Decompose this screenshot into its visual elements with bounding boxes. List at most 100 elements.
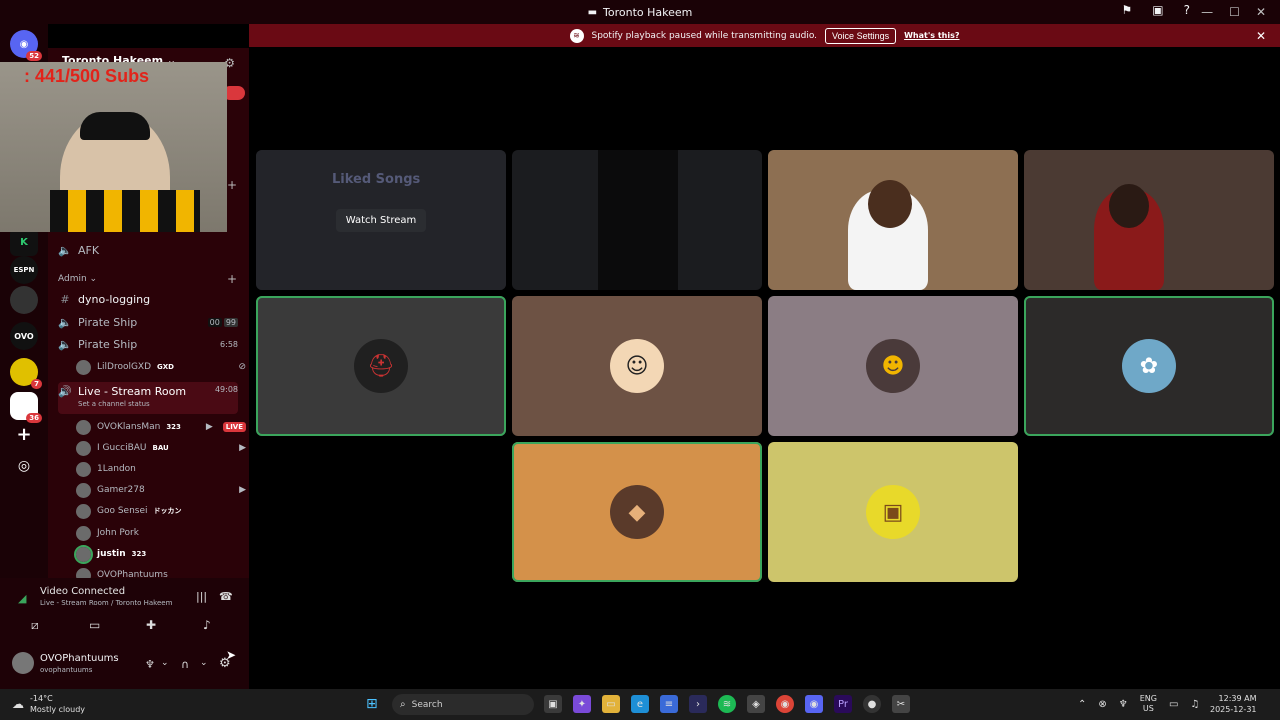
speaker-icon: 🔊 — [58, 385, 72, 398]
server-icon-espn[interactable]: ESPN — [10, 256, 38, 284]
whats-this-link[interactable]: What's this? — [904, 31, 959, 40]
chevron-down-icon[interactable]: ⌄ — [161, 658, 169, 668]
camera-icon: ▶ — [239, 443, 246, 453]
add-server-button[interactable]: + — [10, 420, 38, 448]
chevron-down-icon[interactable]: ⌄ — [200, 658, 208, 668]
task-view-icon[interactable]: ▣ — [544, 695, 562, 713]
notepad-icon[interactable]: ≡ — [660, 695, 678, 713]
noise-suppression-icon[interactable]: ||| — [196, 590, 207, 603]
obs-icon[interactable]: ● — [863, 695, 881, 713]
server-icon-k[interactable]: K — [10, 228, 38, 256]
flag-icon[interactable]: ⚑ — [1122, 3, 1133, 17]
voice-member[interactable]: OVOPhantuums — [76, 565, 246, 578]
video-tile-camera-2[interactable] — [1024, 150, 1274, 290]
weather-widget[interactable]: ☁ -14°C Mostly cloudy — [12, 693, 85, 715]
premiere-icon[interactable]: Pr — [834, 695, 852, 713]
hashtag-icon: # — [60, 292, 70, 306]
start-button[interactable]: ⊞ — [366, 696, 378, 712]
channel-afk[interactable]: 🔈 AFK — [58, 240, 238, 260]
display-icon[interactable]: ▭ — [1169, 699, 1178, 710]
video-tile-camera-1[interactable] — [768, 150, 1018, 290]
notification-app-icon[interactable]: ◈ — [747, 695, 765, 713]
snipping-tool-icon[interactable]: ✂ — [892, 695, 910, 713]
channel-pirate-ship-2[interactable]: 🔈 Pirate Ship 6:58 — [58, 334, 238, 354]
soundboard-button[interactable]: ♪ — [203, 618, 211, 632]
voice-member[interactable]: OVOKlansMan 323 ▶ LIVE — [76, 417, 246, 437]
participant-tile[interactable]: ✿ — [1024, 296, 1274, 436]
participant-tile[interactable]: ☺ — [512, 296, 762, 436]
chrome-icon[interactable]: ◉ — [776, 695, 794, 713]
mic-tray-icon[interactable]: ♆ — [1119, 699, 1128, 710]
voice-member[interactable]: 1Landon — [76, 459, 246, 479]
title-bar: ▬ Toronto Hakeem ⚑ ▣ ? — ☐ ✕ — [0, 0, 1280, 24]
mic-icon[interactable]: ♆ — [145, 658, 155, 671]
file-explorer-icon[interactable]: ▭ — [602, 695, 620, 713]
video-feed-head — [1109, 184, 1149, 228]
voice-settings-button[interactable]: Voice Settings — [825, 27, 897, 44]
voice-member[interactable]: John Pork — [76, 523, 246, 543]
webcam-overlay: : 441/500 Subs — [0, 62, 227, 232]
discord-icon[interactable]: ◉ — [805, 695, 823, 713]
channel-live-stream-room[interactable]: 🔊 Live - Stream Room Set a channel statu… — [58, 382, 238, 414]
server-icon-ovo[interactable]: OVO — [10, 322, 38, 350]
taskbar-search[interactable]: ⌕ Search — [392, 694, 534, 715]
add-channel-icon[interactable]: + — [227, 178, 237, 192]
copilot-icon[interactable]: ✦ — [573, 695, 591, 713]
minimize-button[interactable]: — — [1201, 5, 1213, 19]
close-icon[interactable]: ✕ — [1256, 29, 1266, 43]
maximize-button[interactable]: ☐ — [1229, 5, 1240, 19]
stream-tile[interactable]: Liked Songs Watch Stream — [256, 150, 506, 290]
category-admin[interactable]: Admin ⌄ — [58, 274, 97, 284]
voice-member[interactable]: justin 323 — [74, 544, 246, 564]
avatar — [76, 525, 91, 541]
channel-dyno-logging[interactable]: # dyno-logging — [58, 289, 238, 309]
chevron-up-icon[interactable]: ⌃ — [1078, 699, 1086, 710]
avatar[interactable] — [12, 652, 34, 674]
network-icon[interactable]: ⊗ — [1098, 699, 1106, 710]
unread-badge: 52 — [26, 51, 42, 61]
speaker-icon: 🔈 — [58, 337, 72, 351]
disconnect-icon[interactable]: ☎ — [219, 590, 233, 603]
headphones-icon[interactable]: ∩ — [181, 658, 189, 671]
video-grid: Liked Songs Watch Stream ⛑ ☺ ☻ ✿ ◆ ▣ — [249, 47, 1280, 689]
avatar — [74, 544, 93, 564]
video-tile-dark[interactable] — [512, 150, 762, 290]
channel-pirate-ship-1[interactable]: 🔈 Pirate Ship 00 99 — [58, 312, 238, 332]
language-indicator[interactable]: ENG US — [1140, 694, 1157, 714]
voice-status[interactable]: Video Connected — [40, 586, 125, 597]
avatar: ☺ — [610, 339, 664, 393]
connection-icon: ◢ — [18, 592, 27, 605]
participant-tile[interactable]: ⛑ — [256, 296, 506, 436]
voice-member[interactable]: I GucciBAU BAU ▶ — [76, 438, 246, 458]
add-channel-admin-icon[interactable]: + — [227, 272, 237, 286]
voice-panel: ◢ Video Connected Live - Stream Room / T… — [0, 578, 249, 689]
edge-icon[interactable]: e — [631, 695, 649, 713]
home-button[interactable]: ◉ 52 — [10, 30, 42, 61]
voice-location[interactable]: Live - Stream Room / Toronto Hakeem — [40, 599, 172, 607]
discover-button[interactable]: ◎ — [10, 452, 38, 480]
participant-tile[interactable]: ☻ — [768, 296, 1018, 436]
volume-icon[interactable]: ♫ — [1190, 699, 1199, 710]
user-display-name[interactable]: OVOPhantuums — [40, 653, 119, 664]
inbox-icon[interactable]: ▣ — [1152, 3, 1163, 17]
camera-off-button[interactable]: ⧄ — [31, 618, 39, 633]
server-icon-3[interactable] — [10, 286, 38, 314]
watch-stream-button[interactable]: Watch Stream — [335, 208, 427, 232]
avatar: ◆ — [610, 485, 664, 539]
video-feed-head — [868, 180, 912, 228]
screen-share-button[interactable]: ▭ — [89, 618, 100, 632]
terminal-icon[interactable]: › — [689, 695, 707, 713]
voice-member[interactable]: Goo Sensei ドッカン — [76, 501, 246, 521]
spotify-icon: ≋ — [569, 28, 584, 43]
close-window-button[interactable]: ✕ — [1256, 5, 1266, 19]
spotify-icon[interactable]: ≋ — [718, 695, 736, 713]
help-icon[interactable]: ? — [1184, 3, 1190, 17]
server-icon-simpsons[interactable]: 7 — [10, 358, 42, 389]
activities-button[interactable]: ✚ — [146, 618, 156, 632]
voice-member[interactable]: LilDroolGXD GXD ⊘ — [76, 357, 246, 377]
server-icon-toronto[interactable]: 36 — [10, 392, 42, 423]
participant-tile[interactable]: ▣ — [768, 442, 1018, 582]
participant-tile[interactable]: ◆ — [512, 442, 762, 582]
voice-member[interactable]: Gamer278 ▶ — [76, 480, 246, 500]
clock[interactable]: 12:39 AM 2025-12-31 — [1210, 693, 1257, 715]
